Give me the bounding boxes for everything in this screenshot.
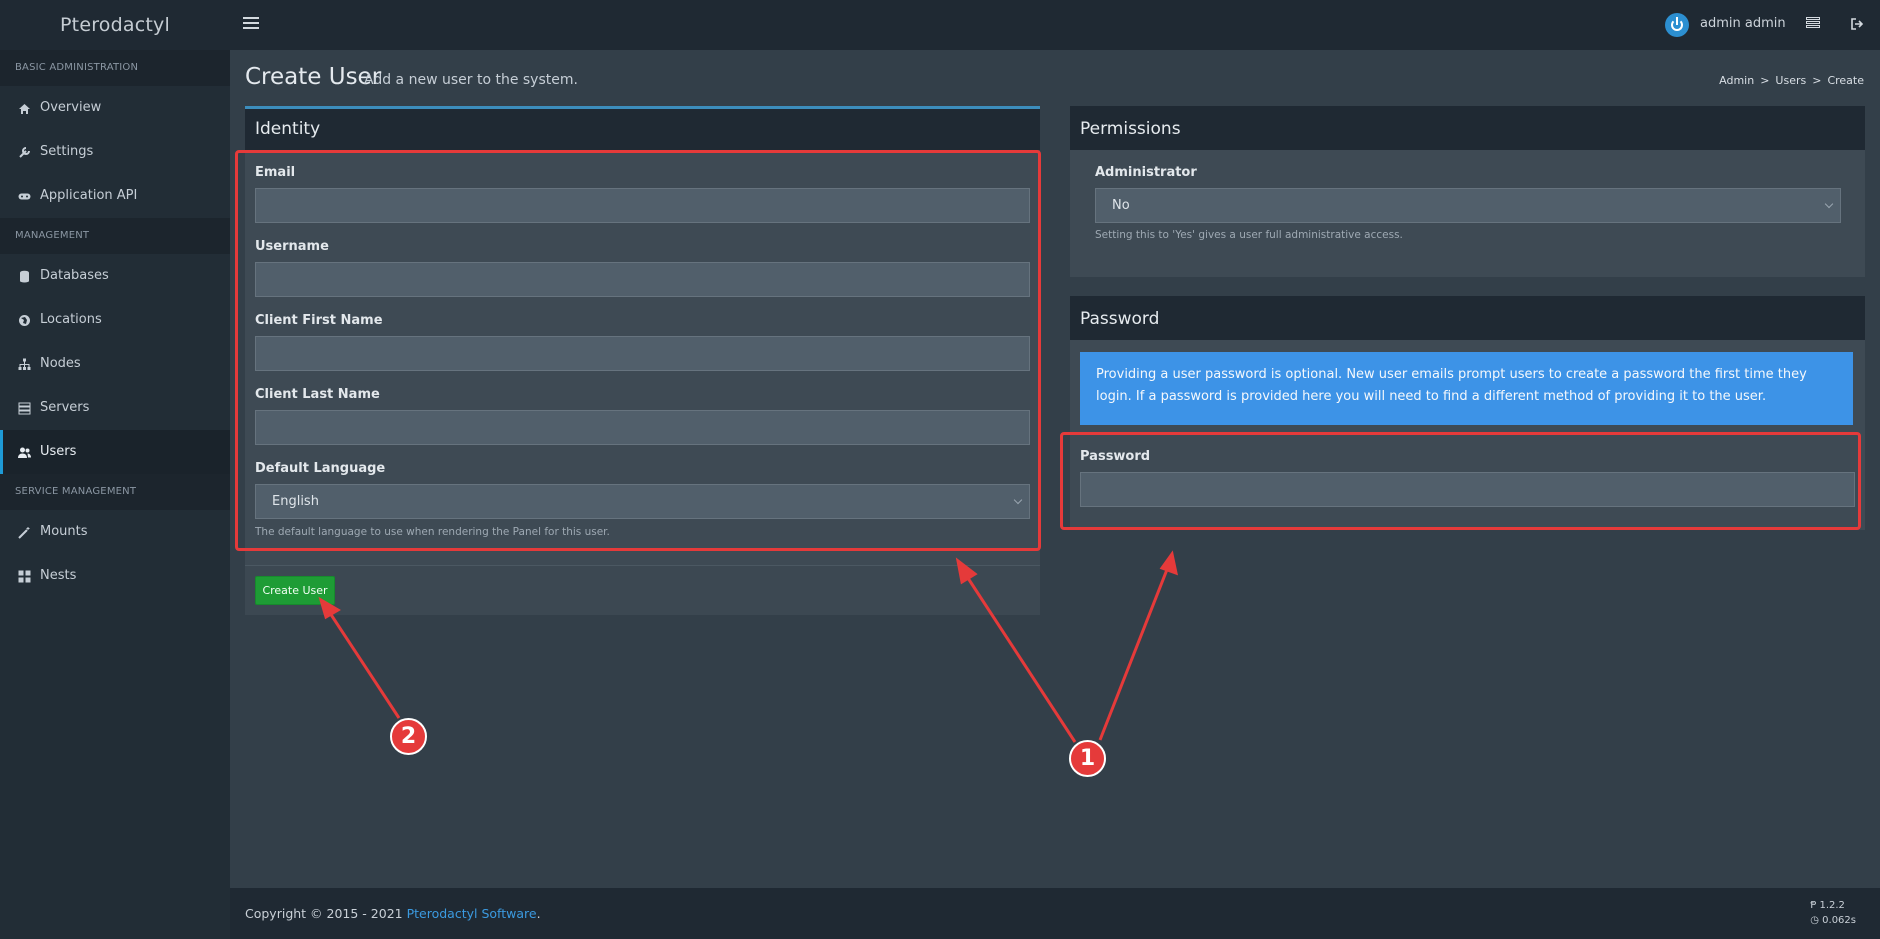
- sidebar-item-label: Nests: [40, 568, 77, 583]
- user-name[interactable]: admin admin: [1700, 16, 1786, 31]
- create-user-button[interactable]: Create User: [255, 576, 335, 605]
- sidebar-item-nodes[interactable]: Nodes: [0, 342, 230, 386]
- pterodactyl-link[interactable]: Pterodactyl Software: [407, 906, 537, 921]
- page-subtitle: Add a new user to the system.: [364, 72, 578, 88]
- sidebar-item-label: Overview: [40, 100, 102, 115]
- users-icon: [18, 446, 31, 459]
- password-title: Password: [1070, 299, 1865, 340]
- version-line: Ᵽ 1.2.2: [1810, 898, 1856, 913]
- clock-icon: ◷: [1810, 915, 1823, 926]
- copyright: Copyright © 2015 - 2021 Pterodactyl Soft…: [245, 906, 541, 921]
- sidebar-item-nests[interactable]: Nests: [0, 554, 230, 598]
- sidebar-header-management: MANAGEMENT: [0, 218, 230, 254]
- globe-icon: [18, 314, 31, 327]
- brand-logo[interactable]: Pterodactyl: [0, 0, 230, 50]
- sidebar-item-label: Settings: [40, 144, 94, 159]
- page-title: Create User: [245, 64, 382, 90]
- breadcrumb-separator: >: [1760, 74, 1770, 87]
- render-time: 0.062s: [1822, 915, 1856, 926]
- user-avatar[interactable]: [1665, 13, 1689, 37]
- breadcrumb-users[interactable]: Users: [1775, 74, 1806, 87]
- breadcrumb-create: Create: [1827, 74, 1864, 87]
- breadcrumb-admin[interactable]: Admin: [1719, 74, 1754, 87]
- administrator-select[interactable]: No: [1095, 188, 1841, 223]
- permissions-title: Permissions: [1070, 109, 1865, 150]
- sidebar-item-locations[interactable]: Locations: [0, 298, 230, 342]
- sidebar-item-settings[interactable]: Settings: [0, 130, 230, 174]
- annotation-badge-2: 2: [390, 718, 427, 755]
- servers-list-icon[interactable]: [1806, 17, 1822, 33]
- time-line: ◷ 0.062s: [1810, 913, 1856, 928]
- sidebar-item-users[interactable]: Users: [0, 430, 230, 474]
- sidebar-header-service: SERVICE MANAGEMENT: [0, 474, 230, 510]
- password-info-alert: Providing a user password is optional. N…: [1080, 352, 1853, 425]
- sidebar-item-label: Servers: [40, 400, 90, 415]
- breadcrumb: Admin > Users > Create: [1719, 74, 1864, 87]
- sidebar-item-label: Application API: [40, 188, 138, 203]
- permissions-box: Permissions Administrator No Setting thi…: [1070, 106, 1865, 277]
- page-footer: Copyright © 2015 - 2021 Pterodactyl Soft…: [230, 888, 1880, 939]
- identity-footer: Create User: [245, 565, 1040, 615]
- version-number: 1.2.2: [1819, 900, 1845, 911]
- administrator-label: Administrator: [1095, 165, 1197, 180]
- sidebar-item-application-api[interactable]: Application API: [0, 174, 230, 218]
- th-large-icon: [18, 570, 31, 583]
- magic-icon: [18, 526, 31, 539]
- breadcrumb-separator: >: [1812, 74, 1822, 87]
- database-icon: [18, 270, 31, 283]
- annotation-badge-1: 1: [1069, 740, 1106, 777]
- sidebar-item-databases[interactable]: Databases: [0, 254, 230, 298]
- gamepad-icon: [18, 190, 31, 203]
- sitemap-icon: [18, 358, 31, 371]
- sidebar-item-overview[interactable]: Overview: [0, 86, 230, 130]
- sidebar-toggle-icon[interactable]: [243, 17, 259, 33]
- sidebar-item-label: Mounts: [40, 524, 88, 539]
- server-icon: [18, 402, 31, 415]
- administrator-value: No: [1112, 198, 1130, 213]
- logout-icon[interactable]: [1850, 17, 1866, 33]
- wrench-icon: [18, 146, 31, 159]
- administrator-help: Setting this to 'Yes' gives a user full …: [1095, 229, 1403, 241]
- sidebar-item-label: Nodes: [40, 356, 81, 371]
- sidebar-item-label: Databases: [40, 268, 109, 283]
- sidebar-item-servers[interactable]: Servers: [0, 386, 230, 430]
- sidebar-header-basic: BASIC ADMINISTRATION: [0, 50, 230, 86]
- copyright-text: Copyright © 2015 - 2021: [245, 906, 403, 921]
- version-info: Ᵽ 1.2.2 ◷ 0.062s: [1810, 898, 1856, 928]
- sidebar: BASIC ADMINISTRATION Overview Settings A…: [0, 50, 230, 939]
- home-icon: [18, 102, 31, 115]
- copyright-end: .: [536, 906, 541, 921]
- annotation-highlight-password: [1060, 432, 1861, 530]
- sidebar-item-label: Locations: [40, 312, 102, 327]
- annotation-highlight-identity: [235, 150, 1041, 551]
- sidebar-item-mounts[interactable]: Mounts: [0, 510, 230, 554]
- identity-title: Identity: [245, 109, 1040, 150]
- top-navbar: Pterodactyl admin admin: [0, 0, 1880, 50]
- sidebar-item-label: Users: [40, 444, 77, 459]
